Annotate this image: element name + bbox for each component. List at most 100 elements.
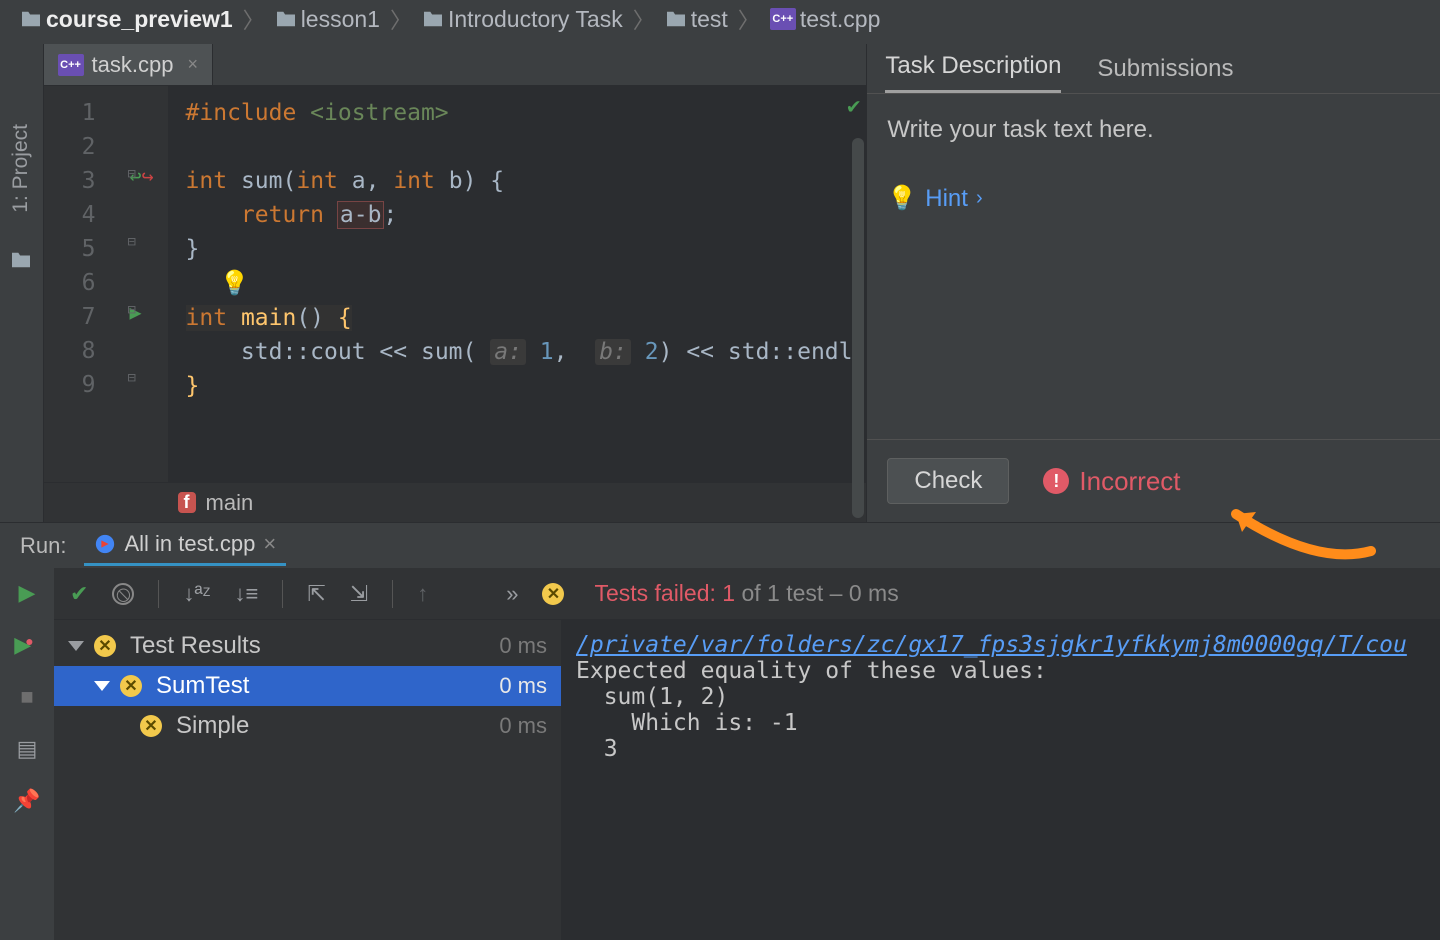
folder-icon xyxy=(20,10,42,28)
expand-output-icon[interactable]: » xyxy=(506,581,518,607)
code-area[interactable]: 1 2 3 4 5 6 7 8 9 ↩↪ ▶ ⊟ ⊟ ⊟ ⊟ #include … xyxy=(44,86,867,482)
collapse-all-icon[interactable]: ⇲ xyxy=(350,581,368,607)
folder-icon xyxy=(665,10,687,28)
test-output[interactable]: /private/var/folders/zc/gx17_fps3sjgkr1y… xyxy=(562,620,1440,940)
pin-icon[interactable]: 📌 xyxy=(13,788,40,814)
rerun-failed-icon[interactable]: ▶● xyxy=(14,632,39,658)
show-passed-icon[interactable]: ✔ xyxy=(70,581,88,607)
output-path-link[interactable]: /private/var/folders/zc/gx17_fps3sjgkr1y… xyxy=(576,632,1407,658)
chevron-down-icon[interactable] xyxy=(68,641,84,651)
function-name: sum xyxy=(241,168,283,194)
tree-root[interactable]: ✕Test Results 0 ms xyxy=(54,626,561,666)
output-line: sum(1, 2) xyxy=(576,684,728,710)
operator: << xyxy=(686,339,714,365)
editor-tabs: task.cpp × xyxy=(44,44,867,86)
tab-submissions[interactable]: Submissions xyxy=(1097,55,1233,93)
hint-link[interactable]: 💡 Hint › xyxy=(887,184,1420,213)
run-tab-label: All in test.cpp xyxy=(124,531,255,557)
tree-time: 0 ms xyxy=(499,713,547,739)
separator xyxy=(392,580,393,608)
bulb-icon[interactable]: 💡 xyxy=(220,269,250,297)
number: 1 xyxy=(540,339,554,365)
output-line: Expected equality of these values: xyxy=(576,658,1047,684)
editor: task.cpp × 1 2 3 4 5 6 7 8 9 ↩↪ ▶ ⊟ ⊟ ⊟ xyxy=(44,44,867,522)
code-text[interactable]: #include <iostream> int sum(int a, int b… xyxy=(168,86,867,482)
project-tool-stripe: 1: Project xyxy=(0,44,44,522)
inlay-hint: a: xyxy=(490,339,526,365)
close-icon[interactable]: × xyxy=(263,531,276,557)
project-tool-label[interactable]: 1: Project xyxy=(9,124,33,213)
fail-badge-icon: ✕ xyxy=(542,583,564,605)
param: b xyxy=(449,168,463,194)
close-icon[interactable]: × xyxy=(187,54,198,75)
fold-icon[interactable]: ⊟ xyxy=(128,234,136,250)
highlighted-expr: a-b xyxy=(338,202,384,228)
fold-icon[interactable]: ⊟ xyxy=(128,370,136,386)
breadcrumb-label: lesson1 xyxy=(301,6,380,33)
fail-badge-icon: ✕ xyxy=(140,715,162,737)
breadcrumb-label: course_preview1 xyxy=(46,6,233,33)
google-test-icon xyxy=(94,533,116,555)
line-number: 8 xyxy=(44,334,96,368)
run-tab[interactable]: All in test.cpp × xyxy=(84,525,286,566)
number: 2 xyxy=(645,339,659,365)
tab-task-description[interactable]: Task Description xyxy=(885,52,1061,93)
breadcrumb-item[interactable]: test xyxy=(665,6,728,33)
function-name: main xyxy=(241,305,296,331)
sort-duration-icon[interactable]: ↓≡ xyxy=(234,581,258,607)
breadcrumb-label: Introductory Task xyxy=(448,6,623,33)
line-number: 1 xyxy=(44,96,96,130)
run-side-toolbar: ▶ ▶● ■ ▤ 📌 xyxy=(0,568,54,940)
rerun-icon[interactable]: ▶ xyxy=(19,580,36,606)
line-number: 4 xyxy=(44,198,96,232)
fold-icon[interactable]: ⊟ xyxy=(128,166,136,182)
fold-icon[interactable]: ⊟ xyxy=(128,302,136,318)
check-bar: Check ! Incorrect xyxy=(867,439,1440,522)
breadcrumb-fn[interactable]: main xyxy=(206,490,254,516)
breadcrumb-item[interactable]: Introductory Task xyxy=(422,6,623,33)
run-label: Run: xyxy=(20,533,66,559)
prev-test-icon[interactable]: ↑ xyxy=(417,581,428,607)
tree-suite[interactable]: ✕SumTest 0 ms xyxy=(54,666,561,706)
tree-label: Simple xyxy=(176,712,249,740)
chevron-down-icon[interactable] xyxy=(94,681,110,691)
breadcrumb-item[interactable]: lesson1 xyxy=(275,6,380,33)
keyword: int xyxy=(393,168,435,194)
tree-test[interactable]: ✕ Simple 0 ms xyxy=(54,706,561,746)
fail-badge-icon: ✕ xyxy=(120,675,142,697)
test-tree: ✕Test Results 0 ms ✕ SumTest 0 ms ✕ Simple… xyxy=(54,620,562,940)
error-icon: ! xyxy=(1043,468,1069,494)
line-number-gutter: 1 2 3 4 5 6 7 8 9 xyxy=(44,86,124,482)
layout-icon[interactable]: ▤ xyxy=(17,736,38,762)
folder-icon[interactable] xyxy=(10,251,32,269)
chevron-right-icon: › xyxy=(976,187,983,210)
separator xyxy=(282,580,283,608)
sort-alpha-icon[interactable]: ↓ªᶻ xyxy=(183,581,210,607)
editor-scrollbar[interactable] xyxy=(852,138,864,518)
show-ignored-icon[interactable]: ⦸ xyxy=(112,583,134,605)
tree-time: 0 ms xyxy=(499,633,547,659)
check-status: ! Incorrect xyxy=(1043,466,1180,497)
breadcrumb-label: test xyxy=(691,6,728,33)
bulb-icon: 💡 xyxy=(887,184,917,213)
analysis-ok-icon[interactable]: ✔ xyxy=(847,94,860,119)
keyword: int xyxy=(186,168,228,194)
expand-all-icon[interactable]: ⇱ xyxy=(307,581,325,607)
cpp-file-icon xyxy=(58,54,84,76)
check-button[interactable]: Check xyxy=(887,458,1009,504)
stop-icon[interactable]: ■ xyxy=(20,684,33,710)
breadcrumb-item[interactable]: test.cpp xyxy=(770,6,881,33)
breadcrumb: course_preview1 〉 lesson1 〉 Introductory… xyxy=(0,0,1440,44)
breadcrumb-item[interactable]: course_preview1 xyxy=(20,6,233,33)
task-description-body: Write your task text here. 💡 Hint › xyxy=(867,94,1440,439)
keyword: return xyxy=(241,202,324,228)
line-number: 2 xyxy=(44,130,96,164)
line-number: 5 xyxy=(44,232,96,266)
tree-label: SumTest xyxy=(156,672,249,700)
fail-badge-icon: ✕ xyxy=(94,635,116,657)
annotation-arrow xyxy=(1206,506,1376,566)
call: sum xyxy=(421,339,463,365)
editor-tab[interactable]: task.cpp × xyxy=(44,44,213,85)
chevron-right-icon: 〉 xyxy=(629,3,659,35)
inlay-hint: b: xyxy=(595,339,631,365)
